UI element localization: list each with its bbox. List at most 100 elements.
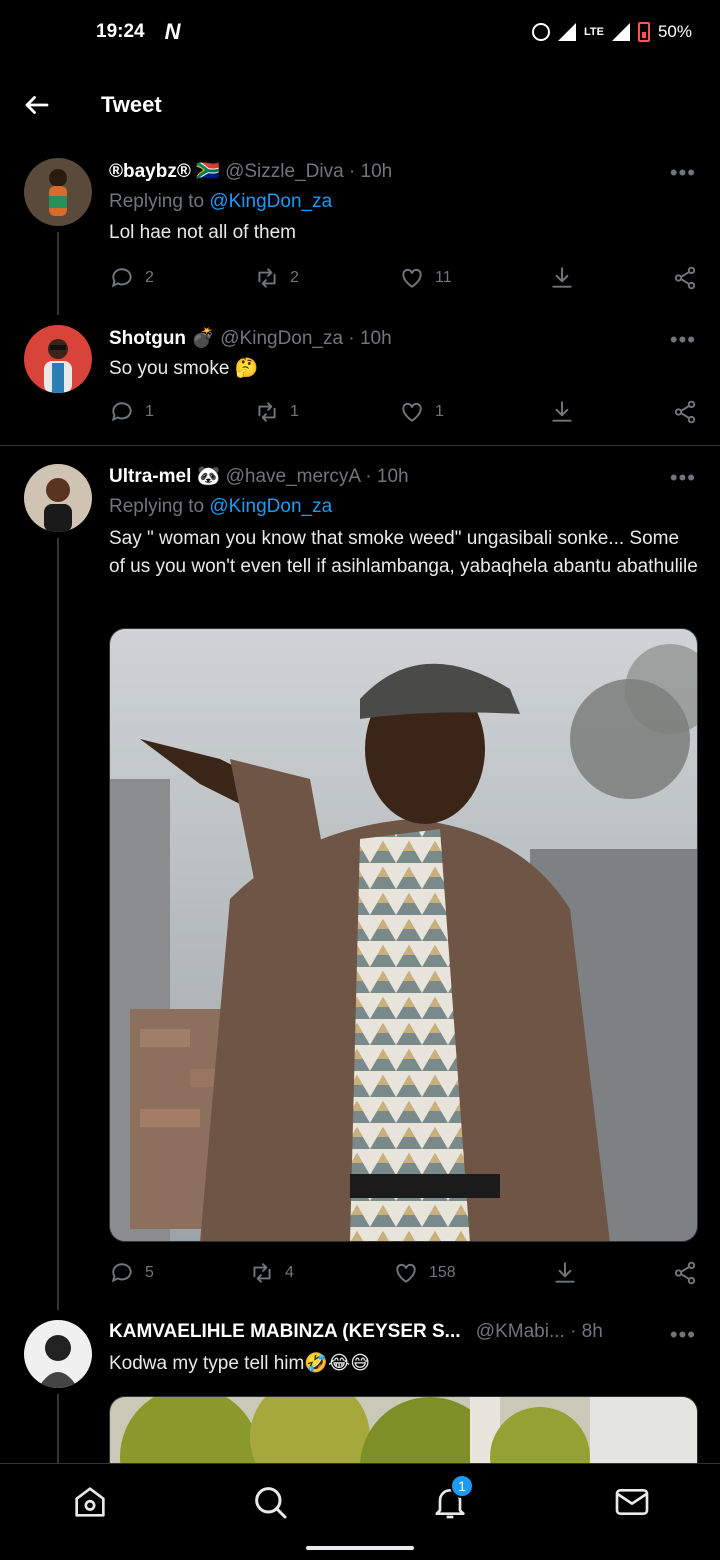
username[interactable]: @Sizzle_Diva <box>225 161 344 182</box>
name-emoji: 💣 <box>191 328 215 349</box>
thread-line <box>57 1394 59 1463</box>
battery-icon <box>637 22 650 42</box>
mention-link[interactable]: @KingDon_za <box>209 496 332 517</box>
reply-icon <box>111 268 132 288</box>
replying-to: Replying to @KingDon_za <box>109 191 332 213</box>
download-icon <box>552 267 572 288</box>
reply-button[interactable]: 1 <box>109 399 154 425</box>
flag-emoji: 🇿🇦 <box>196 161 220 182</box>
retweet-icon <box>258 402 276 422</box>
avatar[interactable] <box>24 325 92 393</box>
tweet-meta: KAMVAELIHLE MABINZA (KEYSER S... @KMabi.… <box>109 1321 603 1343</box>
tweet-reply-2[interactable]: Shotgun 💣 @KingDon_za · 10h ••• So you s… <box>0 315 720 445</box>
tweet-reply-1[interactable]: ®baybz® 🇿🇦 @Sizzle_Diva · 10h ••• Replyi… <box>0 150 720 315</box>
tweet-text: So you smoke 🤔 <box>109 358 259 379</box>
timestamp: · 10h <box>348 328 392 349</box>
download-icon <box>552 401 572 422</box>
retweet-count: 2 <box>290 269 299 286</box>
meme-photo <box>110 629 697 1241</box>
retweet-icon <box>253 1263 271 1283</box>
mention-link[interactable]: @KingDon_za <box>209 191 332 212</box>
bookmark-button[interactable] <box>549 265 575 291</box>
status-icons: LTE 50% <box>532 22 692 42</box>
netflix-icon: N <box>164 19 181 44</box>
back-arrow-icon[interactable] <box>22 90 52 120</box>
more-options-icon[interactable]: ••• <box>670 465 696 491</box>
page-title: Tweet <box>101 92 162 117</box>
share-button[interactable] <box>672 265 698 291</box>
home-icon[interactable] <box>70 1482 110 1522</box>
thread-line <box>57 538 59 1310</box>
status-bar: 19:24 N LTE 50% <box>0 0 720 64</box>
replying-to: Replying to @KingDon_za <box>109 496 332 518</box>
timestamp: · 10h <box>365 466 409 487</box>
tweet-reply-4[interactable]: KAMVAELIHLE MABINZA (KEYSER S... @KMabi.… <box>0 1310 720 1463</box>
tweet-reply-3[interactable]: Ultra-mel 🐼 @have_mercyA · 10h ••• Reply… <box>0 446 720 1310</box>
search-icon[interactable] <box>250 1482 290 1522</box>
avatar[interactable] <box>24 158 92 226</box>
more-options-icon[interactable]: ••• <box>670 1322 696 1348</box>
username[interactable]: @have_mercyA <box>226 466 360 487</box>
more-options-icon[interactable]: ••• <box>670 160 696 186</box>
display-name[interactable]: ®baybz® <box>109 161 191 182</box>
like-count: 11 <box>435 269 452 286</box>
tweet-meta: Ultra-mel 🐼 @have_mercyA · 10h <box>109 464 409 488</box>
download-icon <box>555 1262 575 1283</box>
name-emoji: 🐼 <box>196 466 221 487</box>
username[interactable]: @KingDon_za <box>220 328 343 349</box>
like-button[interactable]: 11 <box>399 265 452 291</box>
more-options-icon[interactable]: ••• <box>670 327 696 353</box>
tweet-text: Say " woman you know that smoke weed" un… <box>109 528 698 577</box>
retweet-count: 4 <box>285 1264 294 1281</box>
heart-icon <box>396 1263 416 1283</box>
lte-label: LTE <box>584 26 604 38</box>
share-icon <box>674 1261 696 1285</box>
share-button[interactable] <box>672 399 698 425</box>
thread-line <box>57 232 59 315</box>
status-time: 19:24 <box>96 21 145 42</box>
home-indicator[interactable] <box>306 1546 414 1550</box>
retweet-button[interactable]: 2 <box>254 265 299 291</box>
reply-icon <box>111 1263 132 1283</box>
display-name[interactable]: Ultra-mel <box>109 466 191 487</box>
reply-button[interactable]: 2 <box>109 265 154 291</box>
like-count: 1 <box>435 403 444 420</box>
tweet-image[interactable] <box>109 1396 698 1463</box>
like-button[interactable]: 1 <box>399 399 444 425</box>
timestamp: · 10h <box>348 161 393 182</box>
tweet-actions: 1 1 1 <box>109 399 699 429</box>
avatar[interactable] <box>24 464 92 532</box>
like-button[interactable]: 158 <box>393 1260 456 1286</box>
replying-label: Replying to <box>109 191 205 212</box>
share-icon <box>674 266 696 290</box>
retweet-button[interactable]: 4 <box>249 1260 294 1286</box>
battery-level: 50% <box>657 22 692 41</box>
retweet-icon <box>258 268 276 288</box>
like-count: 158 <box>429 1264 456 1281</box>
tweet-meta: ®baybz® 🇿🇦 @Sizzle_Diva · 10h <box>109 159 392 183</box>
signal-icon <box>558 23 576 41</box>
retweet-button[interactable]: 1 <box>254 399 299 425</box>
top-bar: Tweet <box>0 70 720 140</box>
retweet-count: 1 <box>290 403 299 420</box>
display-name[interactable]: KAMVAELIHLE MABINZA (KEYSER S... <box>109 1321 461 1342</box>
bookmark-button[interactable] <box>549 399 575 425</box>
tweet-image[interactable] <box>109 628 698 1242</box>
display-name[interactable]: Shotgun <box>109 328 186 349</box>
share-icon <box>674 400 696 424</box>
username[interactable]: @KMabi... <box>476 1321 565 1342</box>
alarm-icon <box>532 23 550 41</box>
tweet-actions: 5 4 158 <box>109 1260 699 1290</box>
replying-label: Replying to <box>109 496 205 517</box>
avatar[interactable] <box>24 1320 92 1388</box>
timestamp: · 8h <box>570 1321 603 1342</box>
tweet-text: Kodwa my type tell him🤣😂😅 <box>109 1353 371 1374</box>
messages-icon[interactable] <box>612 1482 652 1522</box>
share-button[interactable] <box>672 1260 698 1286</box>
heart-icon <box>402 268 422 288</box>
tweet-actions: 2 2 11 <box>109 265 699 295</box>
bookmark-button[interactable] <box>552 1260 578 1286</box>
tweet-photo <box>110 1397 697 1463</box>
reply-button[interactable]: 5 <box>109 1260 154 1286</box>
reply-count: 1 <box>145 403 154 420</box>
